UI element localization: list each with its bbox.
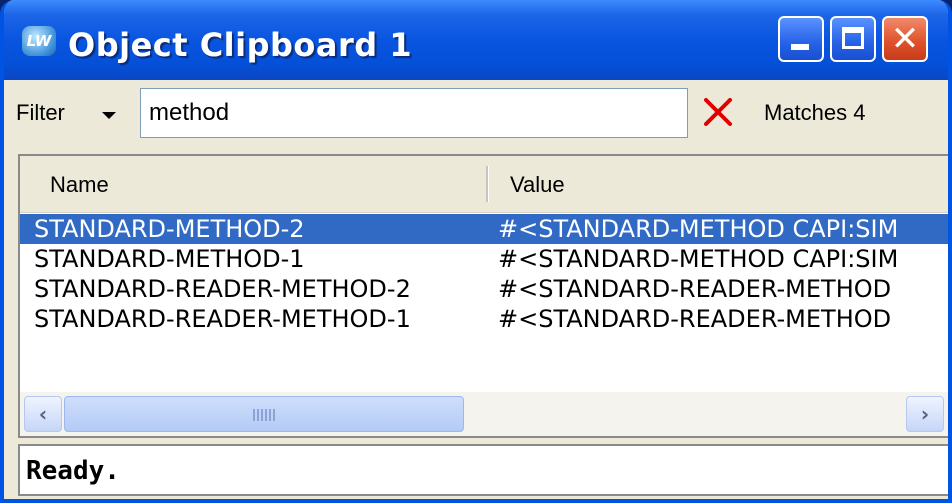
horizontal-scrollbar[interactable]: ‹ › [20,392,948,436]
clear-x-icon[interactable] [698,92,738,132]
filter-dropdown-label[interactable]: Filter [16,100,65,126]
matches-count: Matches 4 [764,100,866,125]
object-list: Name Value STANDARD-METHOD-2 #<STANDARD-… [18,154,948,438]
filter-input[interactable] [140,88,688,138]
row-name: STANDARD-METHOD-2 [34,215,305,243]
grip-icon [253,409,275,421]
list-row[interactable]: STANDARD-METHOD-1 #<STANDARD-METHOD CAPI… [20,244,948,274]
chevron-right-icon: › [920,402,930,426]
list-rows: STANDARD-METHOD-2 #<STANDARD-METHOD CAPI… [20,214,948,334]
column-header-name[interactable]: Name [50,172,109,198]
window-title: Object Clipboard 1 [68,26,413,64]
status-text: Ready. [26,456,120,486]
row-value: #<STANDARD-METHOD CAPI:SIM [498,245,899,273]
row-name: STANDARD-READER-METHOD-1 [34,305,411,333]
status-bar: Ready. [18,444,948,496]
minimize-icon [791,44,809,50]
caret-down-icon[interactable] [102,112,116,119]
maximize-icon [842,27,864,49]
column-divider[interactable] [486,166,489,202]
row-value: #<STANDARD-METHOD CAPI:SIM [498,215,899,243]
list-row[interactable]: STANDARD-METHOD-2 #<STANDARD-METHOD CAPI… [20,214,948,244]
close-icon: ✕ [890,19,920,59]
lispworks-icon[interactable]: LW [22,26,56,56]
list-row[interactable]: STANDARD-READER-METHOD-2 #<STANDARD-READ… [20,274,948,304]
minimize-button[interactable] [778,16,824,62]
row-value: #<STANDARD-READER-METHOD [498,305,892,333]
column-header-value[interactable]: Value [510,172,565,198]
row-name: STANDARD-READER-METHOD-2 [34,275,411,303]
scroll-left-button[interactable]: ‹ [24,396,62,432]
row-value: #<STANDARD-READER-METHOD [498,275,892,303]
scrollbar-thumb[interactable] [64,396,464,432]
title-bar[interactable]: LW Object Clipboard 1 ✕ [4,0,948,80]
object-clipboard-window: LW Object Clipboard 1 ✕ Filter Matches 4… [0,0,952,503]
close-button[interactable]: ✕ [882,16,928,62]
maximize-button[interactable] [830,16,876,62]
list-header: Name Value [20,156,948,213]
scroll-right-button[interactable]: › [906,396,944,432]
filter-bar: Filter Matches 4 [4,80,948,152]
row-name: STANDARD-METHOD-1 [34,245,305,273]
chevron-left-icon: ‹ [38,402,48,426]
list-row[interactable]: STANDARD-READER-METHOD-1 #<STANDARD-READ… [20,304,948,334]
